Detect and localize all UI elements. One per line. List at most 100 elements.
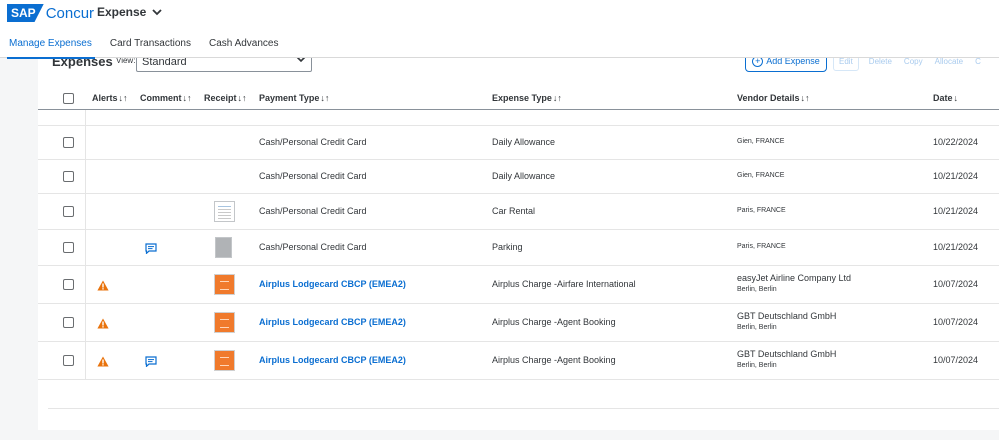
table-row[interactable]: Airplus Lodgecard CBCP (EMEA2) Airplus Ch… bbox=[38, 304, 999, 342]
table-header: Alerts↓↑ Comment↓↑ Receipt↓↑ Payment Typ… bbox=[38, 86, 999, 110]
column-receipt-label: Receipt bbox=[204, 93, 237, 103]
table-row[interactable]: Cash/Personal Credit Card Daily Allowance… bbox=[38, 126, 999, 160]
vendor-details-cell: GBT Deutschland GmbH Berlin, Berlin bbox=[737, 311, 836, 331]
date-cell: 10/07/2024 bbox=[933, 355, 979, 365]
column-divider bbox=[85, 126, 86, 159]
row-checkbox[interactable] bbox=[63, 137, 74, 148]
row-checkbox[interactable] bbox=[63, 317, 74, 328]
sort-icon: ↓↑ bbox=[320, 93, 330, 103]
warning-icon[interactable] bbox=[97, 318, 109, 329]
payment-type-cell: Cash/Personal Credit Card bbox=[259, 242, 367, 252]
column-header-date[interactable]: Date↓ bbox=[933, 93, 958, 103]
receipt-thumbnail[interactable] bbox=[214, 274, 235, 295]
column-divider bbox=[85, 230, 86, 265]
tab-bar: Manage Expenses Card Transactions Cash A… bbox=[0, 36, 288, 59]
sort-icon: ↓↑ bbox=[237, 93, 247, 103]
vendor-location: Berlin, Berlin bbox=[737, 324, 777, 331]
expense-type-cell: Airplus Charge -Agent Booking bbox=[492, 317, 616, 327]
column-comment-label: Comment bbox=[140, 93, 182, 103]
receipt-thumbnail[interactable] bbox=[214, 312, 235, 333]
vendor-details-cell: Gien, FRANCE bbox=[737, 138, 784, 145]
column-header-alerts[interactable]: Alerts↓↑ bbox=[92, 93, 128, 103]
column-divider bbox=[85, 160, 86, 193]
date-cell: 10/21/2024 bbox=[933, 171, 979, 181]
date-cell: 10/07/2024 bbox=[933, 279, 979, 289]
app-menu-button[interactable]: Expense bbox=[97, 5, 162, 19]
payment-type-link[interactable]: Airplus Lodgecard CBCP (EMEA2) bbox=[259, 279, 406, 289]
column-divider bbox=[85, 194, 86, 229]
column-divider bbox=[85, 342, 86, 379]
comment-icon[interactable] bbox=[145, 243, 157, 254]
top-navigation-bar: SAP Concur Expense Manage Expenses Card … bbox=[0, 0, 999, 59]
expenses-panel: Expenses View: Standard + Add Expense Ed… bbox=[38, 48, 999, 430]
column-divider bbox=[85, 266, 86, 303]
vendor-name: GBT Deutschland GmbH bbox=[737, 349, 837, 359]
row-checkbox[interactable] bbox=[63, 206, 74, 217]
column-header-comment[interactable]: Comment↓↑ bbox=[140, 93, 192, 103]
column-header-payment-type[interactable]: Payment Type↓↑ bbox=[259, 93, 329, 103]
tab-cash-advances[interactable]: Cash Advances bbox=[200, 36, 288, 58]
sap-concur-logo[interactable]: SAP Concur bbox=[7, 4, 94, 22]
expense-type-cell: Airplus Charge -Airfare International bbox=[492, 279, 636, 289]
table-row[interactable]: Cash/Personal Credit Card Car Rental Paris… bbox=[38, 194, 999, 230]
column-payment-type-label: Payment Type bbox=[259, 93, 320, 103]
sort-desc-icon: ↓ bbox=[953, 93, 959, 103]
date-cell: 10/21/2024 bbox=[933, 206, 979, 216]
row-checkbox[interactable] bbox=[63, 242, 74, 253]
expense-type-cell: Car Rental bbox=[492, 206, 536, 216]
payment-type-link[interactable]: Airplus Lodgecard CBCP (EMEA2) bbox=[259, 355, 406, 365]
row-checkbox[interactable] bbox=[63, 279, 74, 290]
row-checkbox[interactable] bbox=[63, 355, 74, 366]
receipt-thumbnail[interactable] bbox=[215, 237, 232, 258]
column-date-label: Date bbox=[933, 93, 953, 103]
vendor-details-cell: Gien, FRANCE bbox=[737, 172, 784, 179]
vendor-location: Paris, FRANCE bbox=[737, 207, 786, 214]
column-header-vendor-details[interactable]: Vendor Details↓↑ bbox=[737, 93, 810, 103]
select-all-checkbox[interactable] bbox=[63, 93, 74, 104]
vendor-name: GBT Deutschland GmbH bbox=[737, 311, 837, 321]
warning-icon[interactable] bbox=[97, 356, 109, 367]
expense-type-cell: Daily Allowance bbox=[492, 171, 556, 181]
vendor-location: Berlin, Berlin bbox=[737, 362, 777, 369]
date-cell: 10/22/2024 bbox=[933, 137, 979, 147]
payment-type-cell: Cash/Personal Credit Card bbox=[259, 137, 367, 147]
vendor-name: easyJet Airline Company Ltd bbox=[737, 273, 852, 283]
tab-manage-expenses[interactable]: Manage Expenses bbox=[0, 36, 101, 59]
column-alerts-label: Alerts bbox=[92, 93, 118, 103]
app-name: Expense bbox=[97, 5, 147, 19]
expense-type-cell: Airplus Charge -Agent Booking bbox=[492, 355, 616, 365]
chevron-down-icon bbox=[152, 9, 162, 16]
sort-icon: ↓↑ bbox=[552, 93, 562, 103]
payment-type-link[interactable]: Airplus Lodgecard CBCP (EMEA2) bbox=[259, 317, 406, 327]
vendor-location: Paris, FRANCE bbox=[737, 243, 786, 250]
expense-type-cell: Parking bbox=[492, 242, 523, 252]
table-row[interactable]: Airplus Lodgecard CBCP (EMEA2) Airplus Ch… bbox=[38, 266, 999, 304]
receipt-thumbnail[interactable] bbox=[214, 350, 235, 371]
sort-icon: ↓↑ bbox=[118, 93, 128, 103]
vendor-details-cell: Paris, FRANCE bbox=[737, 207, 786, 214]
table-row-partial bbox=[38, 110, 999, 126]
column-vendor-details-label: Vendor Details bbox=[737, 93, 800, 103]
column-divider bbox=[85, 304, 86, 341]
vendor-location: Berlin, Berlin bbox=[737, 286, 777, 293]
receipt-thumbnail[interactable] bbox=[214, 201, 235, 222]
column-divider bbox=[85, 110, 86, 125]
tab-card-transactions[interactable]: Card Transactions bbox=[101, 36, 200, 58]
column-header-expense-type[interactable]: Expense Type↓↑ bbox=[492, 93, 562, 103]
table-footer-divider bbox=[48, 408, 999, 409]
expense-type-cell: Daily Allowance bbox=[492, 137, 556, 147]
table-row[interactable]: Cash/Personal Credit Card Daily Allowance… bbox=[38, 160, 999, 194]
vendor-location: Gien, FRANCE bbox=[737, 172, 785, 179]
table-row[interactable]: Airplus Lodgecard CBCP (EMEA2) Airplus Ch… bbox=[38, 342, 999, 380]
warning-icon[interactable] bbox=[97, 280, 109, 291]
column-header-receipt[interactable]: Receipt↓↑ bbox=[204, 93, 247, 103]
comment-icon[interactable] bbox=[145, 356, 157, 367]
date-cell: 10/07/2024 bbox=[933, 317, 979, 327]
vendor-location: Gien, FRANCE bbox=[737, 138, 785, 145]
row-checkbox[interactable] bbox=[63, 171, 74, 182]
vendor-details-cell: GBT Deutschland GmbH Berlin, Berlin bbox=[737, 349, 836, 369]
sap-logo-mark: SAP bbox=[7, 4, 44, 22]
table-row[interactable]: Cash/Personal Credit Card Parking Paris, F… bbox=[38, 230, 999, 266]
vendor-details-cell: Paris, FRANCE bbox=[737, 243, 786, 250]
payment-type-cell: Cash/Personal Credit Card bbox=[259, 171, 367, 181]
